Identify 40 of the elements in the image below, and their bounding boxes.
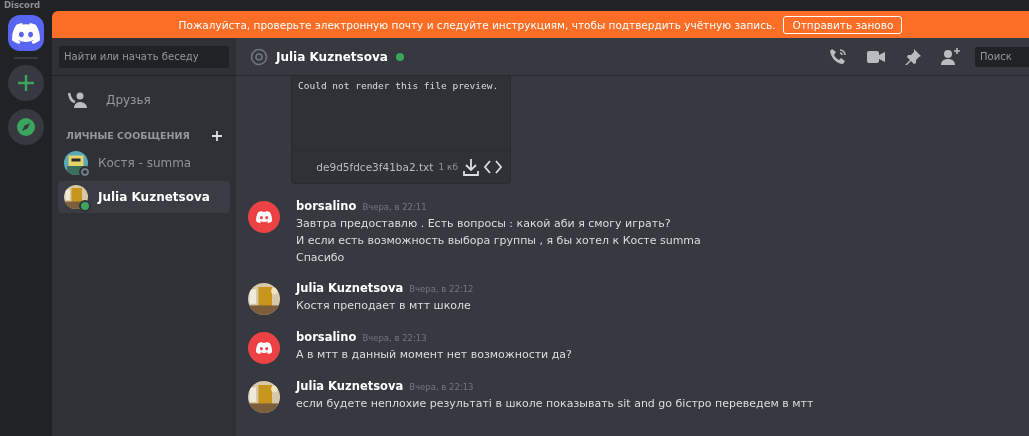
dm-item[interactable]: Костя - summa [58,147,230,179]
file-name[interactable]: de9d5fdce3f41ba2.txt [316,161,434,173]
phone-icon[interactable] [829,47,847,66]
banner-text: Пожалуйста, проверьте электронную почту и следуйте инструкциям, чтобы подтвердить учётную запись. [178,18,776,31]
avatar-icon[interactable] [248,201,280,233]
timestamp: Вчера, в 22:13 [409,382,474,392]
add-server-button[interactable] [8,65,44,101]
file-preview-text: Could not render this file preview. [297,79,500,93]
plus-icon[interactable] [212,130,222,141]
file-size: 1 кб [438,162,458,172]
video-camera-icon[interactable] [867,49,885,64]
message-text: Завтра предоставлю . Есть вопросы : какой аби я смогу играть? [296,216,672,232]
message-text: А в мтт в данный момент нет возможности да? [296,347,572,363]
message-text: если будете неплохие результаті в школе показывать sit and go бістро переведем в мтт [296,396,814,412]
search-field[interactable]: Поиск [975,46,1029,67]
timestamp: Вчера, в 22:12 [409,284,474,294]
pin-icon[interactable] [905,48,921,65]
message-text: Спасибо [296,250,346,266]
compass-icon [17,118,35,136]
friends-item[interactable]: Друзья [58,84,230,116]
author-name[interactable]: borsalino [296,199,357,213]
dm-heading: ЛИЧНЫЕ СООБЩЕНИЯ [66,130,190,141]
author-name[interactable]: Julia Kuznetsova [296,379,404,393]
search-field[interactable]: Найти или начать беседу [59,45,229,68]
plus-icon [17,74,35,92]
avatar-icon[interactable] [248,332,280,364]
message-text: Костя преподает в мтт школе [296,298,472,314]
author-name[interactable]: borsalino [296,330,357,344]
dm-item[interactable]: Julia Kuznetsova [58,181,230,213]
person-wave-icon [68,92,90,108]
author-name[interactable]: Julia Kuznetsova [296,281,404,295]
download-icon[interactable] [463,158,479,176]
add-friend-icon[interactable] [941,48,961,65]
discord-logo-icon [12,22,40,44]
explore-button[interactable] [8,109,44,145]
channel-title: Julia Kuznetsova [276,49,388,64]
app-title: Discord [4,0,41,11]
message-text: И если есть возможность выбора группы , я бы хотел к Косте summa [296,233,701,249]
home-button[interactable] [8,15,44,51]
code-icon[interactable] [484,159,502,175]
